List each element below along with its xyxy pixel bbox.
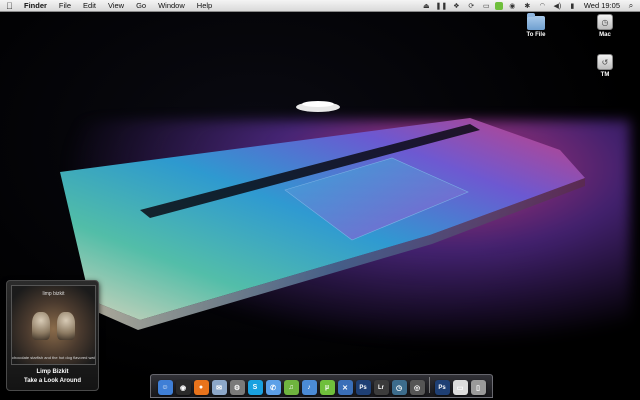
hard-drive-icon: ◷ (597, 14, 613, 30)
skype-icon[interactable] (495, 1, 504, 10)
menu-help[interactable]: Help (191, 0, 218, 12)
sync-icon[interactable]: ⟳ (465, 1, 477, 11)
now-playing-widget[interactable]: limp bizkit chocolate starfish and the h… (6, 280, 99, 391)
desktop-icon-label: Mac (599, 32, 611, 38)
menu-edit[interactable]: Edit (77, 0, 102, 12)
menubar-clock[interactable]: Wed 19:05 (580, 1, 625, 10)
menu-extras: ⏏ ❚❚ ❖ ⟳ ▭ ◉ ✱ ◠ ◀) ▮ Wed 19:05 ⌕ (419, 0, 640, 12)
dock-photoshop-icon[interactable]: Ps (355, 380, 371, 395)
dock-itunes-icon[interactable]: ♪ (301, 380, 317, 395)
menu-bar:  Finder File Edit View Go Window Help ⏏… (0, 0, 640, 12)
record-icon[interactable]: ◉ (506, 1, 518, 11)
menu-view[interactable]: View (102, 0, 130, 12)
desktop-icon-label: TM (600, 72, 610, 78)
dock-trash-icon[interactable]: ▯ (470, 380, 486, 395)
dock-separator (429, 377, 430, 393)
monitor-icon[interactable]: ▭ (480, 1, 492, 11)
dock-photoshop-doc-icon[interactable]: Ps (434, 380, 450, 395)
dock-lightroom-icon[interactable]: Lr (373, 380, 389, 395)
dropbox-icon[interactable]: ❖ (450, 1, 462, 11)
album-cover-band: limp bizkit (42, 291, 65, 297)
menu-window[interactable]: Window (152, 0, 191, 12)
folder-icon (527, 13, 545, 30)
pause-icon[interactable]: ❚❚ (435, 1, 447, 11)
dock-preview-stack-icon[interactable]: ▭ (452, 380, 468, 395)
airport-icon[interactable]: ◠ (536, 1, 548, 11)
dock-mail-icon[interactable]: ✉ (211, 380, 227, 395)
time-machine-disk-icon: ↺ (597, 54, 613, 70)
volume-icon[interactable]: ◀) (551, 1, 563, 11)
menu-go[interactable]: Go (130, 0, 152, 12)
dock-skype-icon[interactable]: S (247, 380, 263, 395)
spotlight-icon[interactable]: ⌕ (625, 1, 637, 11)
dock-time-machine-icon[interactable]: ◷ (391, 380, 407, 395)
now-playing-artist: Limp Bizkit (36, 369, 69, 375)
dock: ☺ ◉ ● ✉ ⚙ S ✆ ♫ ♪ µ ✕ Ps Lr ◷ ◎ Ps ▭ ▯ (150, 374, 493, 398)
apple-icon[interactable]:  (6, 0, 18, 12)
dock-spotify-icon[interactable]: ♫ (283, 380, 299, 395)
cover-figure (32, 312, 50, 340)
menu-finder[interactable]: Finder (18, 0, 53, 12)
bluetooth-icon[interactable]: ✱ (521, 1, 533, 11)
desktop-icon-to-file[interactable]: To File (516, 13, 556, 38)
battery-icon[interactable]: ▮ (566, 1, 578, 11)
dock-dashboard-icon[interactable]: ◉ (175, 380, 191, 395)
now-playing-track: Take a Look Around (23, 378, 81, 384)
dock-activity-monitor-icon[interactable]: ◎ (409, 380, 425, 395)
album-cover: limp bizkit chocolate starfish and the h… (11, 285, 96, 365)
eject-icon[interactable]: ⏏ (420, 1, 432, 11)
menu-file[interactable]: File (53, 0, 77, 12)
desktop-icon-tm[interactable]: ↺ TM (585, 54, 625, 78)
dock-xcode-icon[interactable]: ✕ (337, 380, 353, 395)
desktop-icon-label: To File (526, 32, 546, 38)
dock-ichat-icon[interactable]: ✆ (265, 380, 281, 395)
cover-figure (57, 312, 75, 340)
dock-system-preferences-icon[interactable]: ⚙ (229, 380, 245, 395)
dock-firefox-icon[interactable]: ● (193, 380, 209, 395)
desktop-icon-mac[interactable]: ◷ Mac (585, 14, 625, 38)
dock-finder-icon[interactable]: ☺ (157, 380, 173, 395)
album-cover-title: chocolate starfish and the hot dog flavo… (12, 355, 96, 360)
dock-utorrent-icon[interactable]: µ (319, 380, 335, 395)
